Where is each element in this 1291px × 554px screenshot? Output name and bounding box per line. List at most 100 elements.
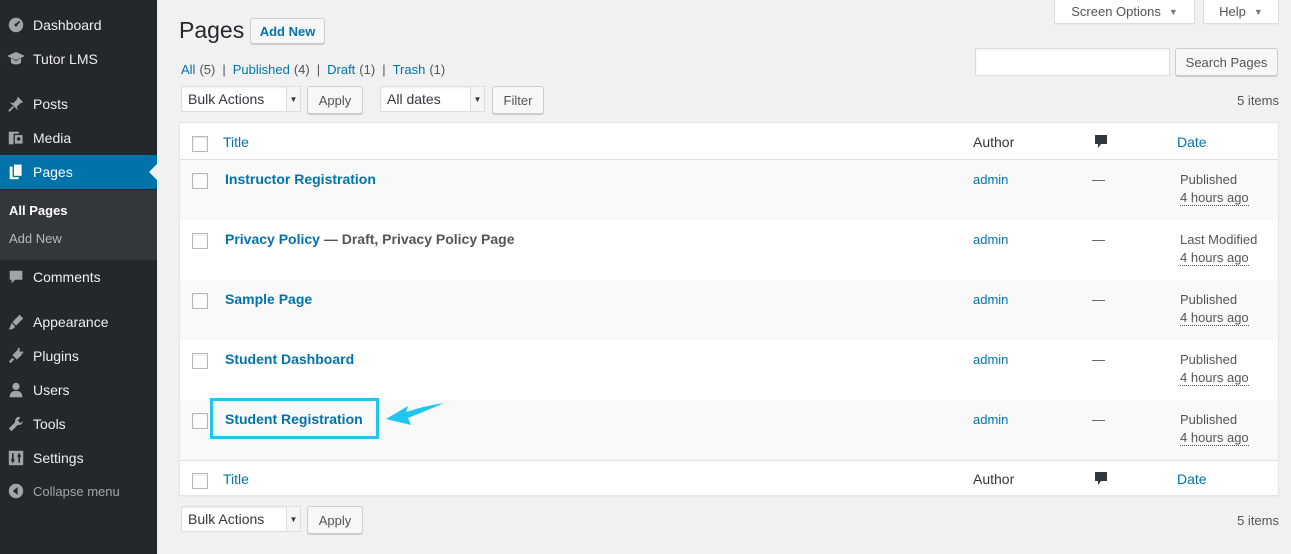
date-filter-select[interactable]: All dates ▼ [380, 86, 485, 112]
collapse-menu-button[interactable]: Collapse menu [0, 474, 157, 508]
comments-count: — [1092, 172, 1105, 187]
table-row: Privacy Policy — Draft, Privacy Policy P… [180, 220, 1278, 280]
page-title-cell: Privacy Policy — Draft, Privacy Policy P… [225, 231, 514, 247]
page-title-link[interactable]: Sample Page [225, 291, 312, 307]
table-row: Student Registration admin — Published 4… [180, 400, 1278, 460]
sidebar-item-label: Tutor LMS [33, 51, 98, 67]
sidebar-item-comments[interactable]: Comments [0, 260, 157, 294]
sidebar-item-label: Media [33, 130, 72, 146]
date-status: Published [1180, 292, 1238, 307]
row-checkbox[interactable] [192, 293, 208, 309]
view-trash-link[interactable]: Trash [393, 62, 426, 77]
comments-count: — [1092, 412, 1105, 427]
pin-icon [6, 94, 26, 114]
row-checkbox[interactable] [192, 413, 208, 429]
help-tab[interactable]: Help ▼ [1203, 0, 1279, 24]
filter-button[interactable]: Filter [492, 86, 544, 114]
row-checkbox[interactable] [192, 233, 208, 249]
settings-icon [6, 448, 26, 468]
sidebar-item-appearance[interactable]: Appearance [0, 305, 157, 339]
date-ago: 4 hours ago [1180, 310, 1249, 326]
sidebar-item-media[interactable]: Media [0, 121, 157, 155]
admin-sidebar: Dashboard Tutor LMS Posts Media Pages Al… [0, 0, 157, 554]
comment-icon[interactable] [1094, 471, 1108, 490]
chevron-down-icon: ▼ [470, 87, 484, 111]
pages-submenu: All Pages Add New [0, 190, 157, 260]
author-link[interactable]: admin [973, 352, 1008, 367]
author-link[interactable]: admin [973, 412, 1008, 427]
column-title-header[interactable]: Title [223, 471, 249, 487]
search-pages-button[interactable]: Search Pages [1175, 48, 1278, 76]
table-row: Student Dashboard admin — Published 4 ho… [180, 340, 1278, 400]
add-new-button[interactable]: Add New [250, 18, 325, 44]
row-checkbox[interactable] [192, 173, 208, 189]
sidebar-item-label: Users [33, 382, 70, 398]
media-icon [6, 128, 26, 148]
submenu-add-new[interactable]: Add New [9, 231, 62, 246]
column-date-header[interactable]: Date [1177, 471, 1207, 487]
page-title-link[interactable]: Student Dashboard [225, 351, 354, 367]
sidebar-item-label: Collapse menu [33, 483, 120, 499]
sidebar-item-label: Pages [33, 164, 73, 180]
apply-button-bottom[interactable]: Apply [307, 506, 363, 534]
column-author-header: Author [973, 134, 1015, 150]
table-row: Sample Page admin — Published 4 hours ag… [180, 280, 1278, 340]
pages-table: Title Author Date Instructor Registratio… [179, 122, 1279, 496]
user-icon [6, 380, 26, 400]
bulk-actions-select-bottom[interactable]: Bulk Actions ▼ [181, 506, 301, 532]
column-date-header[interactable]: Date [1177, 134, 1207, 150]
table-row: Instructor Registration admin — Publishe… [180, 160, 1278, 220]
select-all-checkbox[interactable] [192, 473, 208, 489]
page-title-link[interactable]: Instructor Registration [225, 171, 376, 187]
caret-down-icon: ▼ [1168, 6, 1178, 17]
submenu-all-pages[interactable]: All Pages [9, 203, 68, 218]
sidebar-item-label: Comments [33, 269, 101, 285]
page-title-link[interactable]: Student Registration [225, 411, 363, 427]
sidebar-item-posts[interactable]: Posts [0, 87, 157, 121]
sidebar-item-dashboard[interactable]: Dashboard [0, 8, 157, 42]
bulk-actions-select[interactable]: Bulk Actions ▼ [181, 86, 301, 112]
sidebar-item-tutor-lms[interactable]: Tutor LMS [0, 42, 157, 76]
wrench-icon [6, 414, 26, 434]
select-all-checkbox[interactable] [192, 136, 208, 152]
author-link[interactable]: admin [973, 292, 1008, 307]
column-author-header: Author [973, 471, 1015, 487]
sidebar-item-plugins[interactable]: Plugins [0, 339, 157, 373]
sidebar-item-users[interactable]: Users [0, 373, 157, 407]
separator: | [222, 62, 226, 77]
view-filters: All (5) | Published (4) | Draft (1) | Trash… [181, 62, 445, 77]
author-link[interactable]: admin [973, 172, 1008, 187]
screen-options-tab[interactable]: Screen Options ▼ [1054, 0, 1195, 24]
date-status: Published [1180, 412, 1238, 427]
comment-icon[interactable] [1094, 134, 1108, 153]
date-ago: 4 hours ago [1180, 190, 1249, 206]
date-status: Last Modified [1180, 232, 1258, 247]
view-draft-link[interactable]: Draft [327, 62, 355, 77]
page-title-link[interactable]: Privacy Policy [225, 231, 320, 247]
row-checkbox[interactable] [192, 353, 208, 369]
comments-count: — [1092, 352, 1105, 367]
view-count: (1) [429, 62, 446, 77]
help-label: Help [1219, 4, 1246, 19]
collapse-icon [6, 481, 26, 501]
screen-options-label: Screen Options [1071, 4, 1161, 19]
view-all-link[interactable]: All [181, 62, 195, 77]
column-title-header[interactable]: Title [223, 134, 249, 150]
sidebar-item-pages[interactable]: Pages [0, 155, 157, 189]
date-ago: 4 hours ago [1180, 370, 1249, 386]
chevron-down-icon: ▼ [286, 507, 300, 531]
sidebar-item-settings[interactable]: Settings [0, 441, 157, 475]
pages-icon [6, 162, 26, 182]
view-published-link[interactable]: Published [233, 62, 290, 77]
apply-button[interactable]: Apply [307, 86, 363, 114]
sidebar-item-label: Posts [33, 96, 69, 112]
sidebar-item-label: Tools [33, 416, 66, 432]
author-link[interactable]: admin [973, 232, 1008, 247]
post-state: — Draft, Privacy Policy Page [319, 231, 515, 247]
page-title: Pages [179, 17, 245, 43]
sidebar-item-tools[interactable]: Tools [0, 407, 157, 441]
items-count: 5 items [1237, 93, 1279, 108]
sidebar-item-label: Settings [33, 450, 84, 466]
graduation-cap-icon [6, 49, 26, 69]
search-input[interactable] [975, 48, 1170, 76]
